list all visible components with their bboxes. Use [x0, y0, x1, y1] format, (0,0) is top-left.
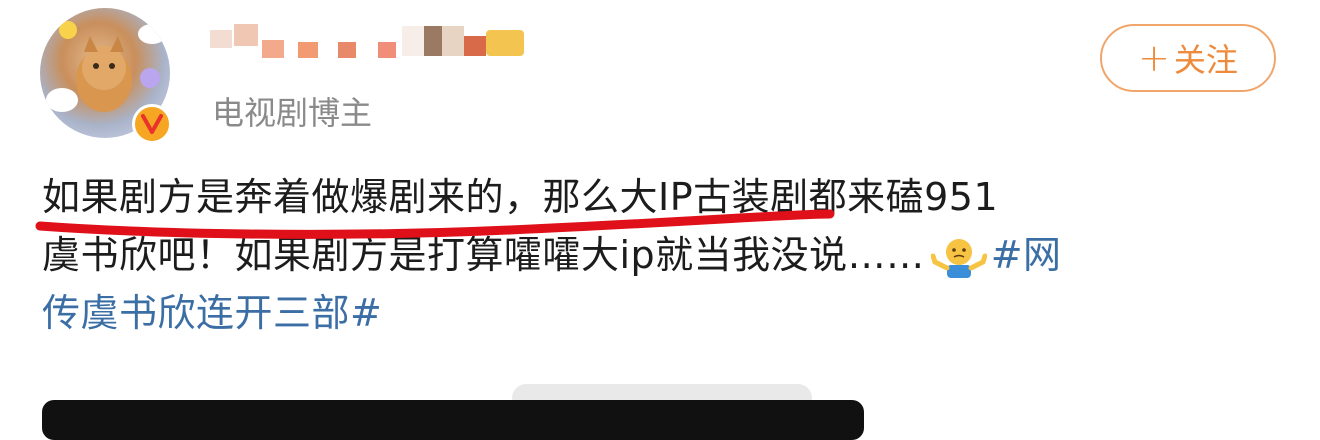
hashtag-link[interactable]: #网: [991, 233, 1062, 277]
mosaic-block: [262, 40, 284, 58]
verified-v-icon: [132, 104, 172, 144]
mosaic-block: [424, 26, 442, 56]
plus-icon: +: [1138, 36, 1170, 80]
mosaic-block: [464, 36, 486, 56]
mosaic-block: [298, 42, 318, 58]
shrug-emoji-icon: [930, 236, 988, 280]
username-redacted[interactable]: [210, 22, 530, 66]
mosaic-block: [210, 30, 232, 48]
mosaic-block: [378, 42, 396, 58]
follow-button-label: 关注: [1173, 41, 1238, 79]
member-badge-icon: [486, 30, 524, 56]
mosaic-block: [338, 42, 356, 58]
mosaic-block: [234, 24, 258, 46]
media-thumbnail[interactable]: [42, 400, 864, 440]
mosaic-block: [442, 26, 464, 56]
red-underline-annotation: [35, 209, 835, 239]
user-subtitle: 电视剧博主: [212, 94, 373, 132]
avatar[interactable]: [40, 8, 172, 144]
hashtag-link-continued[interactable]: 传虞书欣连开三部#: [42, 284, 1282, 342]
mosaic-block: [402, 26, 424, 56]
follow-button[interactable]: + 关注: [1100, 24, 1276, 92]
